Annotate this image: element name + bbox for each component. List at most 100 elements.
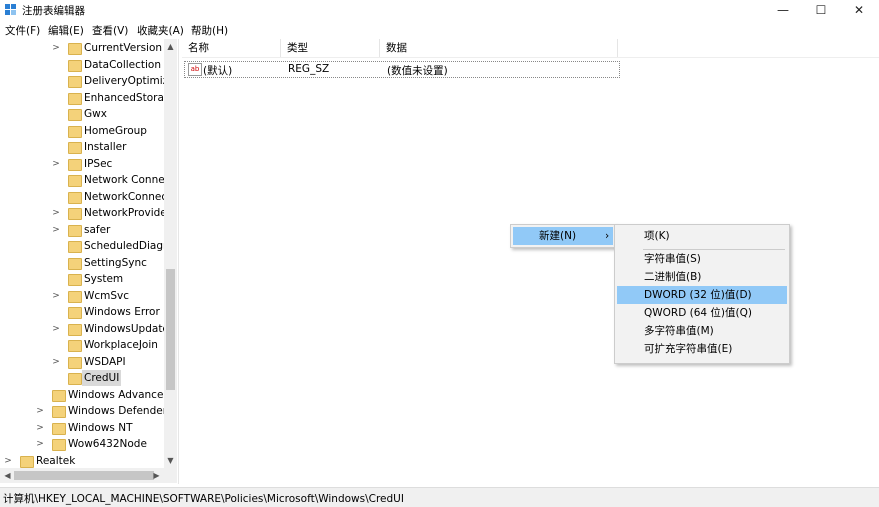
menu-file[interactable]: 文件(F) [5, 23, 40, 38]
tree-item[interactable]: > Windows Defender [0, 403, 167, 419]
maximize-button[interactable]: ☐ [802, 0, 840, 21]
tree-item-label: Wow6432Node [68, 438, 147, 450]
folder-icon [68, 290, 82, 303]
scroll-down-arrow-icon[interactable]: ▼ [164, 454, 177, 467]
expand-chevron-icon[interactable]: > [35, 420, 45, 436]
folder-icon [68, 175, 82, 187]
tree-item[interactable]: WorkplaceJoin [0, 337, 164, 353]
submenu-item-key[interactable]: 项(K) [617, 227, 787, 245]
expand-chevron-icon[interactable]: > [51, 222, 61, 238]
tree-item[interactable]: Windows Error F [0, 304, 169, 320]
vertical-scrollbar[interactable] [164, 39, 177, 468]
folder-icon [68, 109, 82, 121]
status-path: 计算机\HKEY_LOCAL_MACHINE\SOFTWARE\Policies… [3, 493, 404, 505]
scroll-up-arrow-icon[interactable]: ▲ [164, 40, 177, 53]
key-tree-pane[interactable]: > CurrentVersion DataCollection DeliveryOpt… [0, 39, 179, 484]
expand-chevron-icon[interactable]: > [51, 321, 61, 337]
tree-item[interactable]: > NetworkProvider [0, 205, 171, 221]
tree-item[interactable]: SettingSync [0, 255, 164, 271]
submenu-item-dword-label: DWORD (32 位)值(D) [644, 289, 752, 301]
horizontal-scroll-thumb[interactable] [14, 471, 154, 480]
tree-item[interactable]: > CurrentVersion [0, 40, 164, 56]
submenu-arrow-icon: › [605, 230, 610, 242]
tree-item-label: NetworkConnect [84, 190, 172, 203]
tree-item-label: CurrentVersion [84, 42, 163, 54]
submenu-item-expandable-string[interactable]: 可扩充字符串值(E) [617, 340, 787, 358]
folder-icon [52, 439, 66, 451]
tree-item[interactable]: HomeGroup [0, 123, 164, 139]
submenu-item-binary[interactable]: 二进制值(B) [617, 268, 787, 286]
value-data: (数值未设置) [387, 65, 448, 77]
folder-icon [68, 59, 82, 72]
tree-item[interactable]: DataCollection [0, 57, 164, 73]
tree-item[interactable]: Gwx [0, 106, 164, 122]
context-menu: 新建(N) › [510, 224, 616, 248]
column-header-type[interactable]: 类型 [281, 39, 380, 57]
tree-item[interactable]: EnhancedStorag [0, 90, 171, 106]
expand-chevron-icon[interactable]: > [51, 156, 61, 172]
menu-bar: 文件(F) 编辑(E) 查看(V) 收藏夹(A) 帮助(H) [0, 21, 879, 39]
folder-icon [68, 76, 82, 88]
context-menu-new[interactable]: 新建(N) › [513, 227, 613, 245]
expand-chevron-icon[interactable]: > [51, 288, 61, 304]
tree-item-label: NetworkProvider [84, 207, 172, 219]
scroll-left-arrow-icon[interactable]: ◀ [1, 469, 14, 482]
expand-chevron-icon[interactable]: > [51, 354, 61, 370]
column-header-data[interactable]: 数据 [380, 39, 618, 57]
tree-item[interactable]: > WindowsUpdate [0, 321, 169, 337]
tree-item[interactable]: > safer [0, 222, 164, 238]
minimize-button[interactable]: — [764, 0, 802, 21]
tree-item-label: WorkplaceJoin [84, 339, 158, 351]
tree-item-label: WcmSvc [84, 289, 130, 302]
submenu-item-dword[interactable]: DWORD (32 位)值(D) [617, 286, 787, 304]
tree-item[interactable]: > WSDAPI [0, 354, 164, 370]
tree-item[interactable]: ScheduledDiagn [0, 238, 170, 254]
value-row[interactable]: ab (默认) REG_SZ (数值未设置) [184, 61, 620, 78]
tree-item-label: Network Connec [84, 174, 171, 186]
submenu-item-key-label: 项(K) [644, 230, 670, 242]
close-button[interactable]: ✕ [840, 0, 878, 21]
tree-item[interactable]: CredUI [0, 370, 164, 386]
folder-icon [20, 455, 34, 468]
expand-chevron-icon[interactable]: > [35, 403, 45, 419]
tree-item[interactable]: > Wow6432Node [0, 436, 164, 452]
menu-view[interactable]: 查看(V) [92, 23, 128, 38]
vertical-scroll-thumb[interactable] [166, 269, 175, 390]
menu-favorites[interactable]: 收藏夹(A) [137, 23, 184, 38]
tree-item[interactable]: Installer [0, 139, 164, 155]
folder-icon [68, 307, 82, 319]
tree-item-label: DeliveryOptimiza [84, 75, 175, 87]
new-submenu: 项(K) 字符串值(S) 二进制值(B) DWORD (32 位)值(D) QW… [614, 224, 790, 364]
expand-chevron-icon[interactable]: > [35, 436, 45, 452]
submenu-item-qword[interactable]: QWORD (64 位)值(Q) [617, 304, 787, 322]
submenu-item-multi-string[interactable]: 多字符串值(M) [617, 322, 787, 340]
tree-item[interactable]: Network Connec [0, 172, 170, 188]
submenu-item-string[interactable]: 字符串值(S) [617, 250, 787, 268]
tree-item[interactable]: > IPSec [0, 156, 164, 172]
folder-icon [68, 125, 82, 138]
scroll-right-arrow-icon[interactable]: ▶ [150, 469, 163, 482]
tree-item-label: CredUI [82, 370, 122, 386]
expand-chevron-icon[interactable]: > [51, 205, 61, 221]
folder-icon [68, 340, 82, 352]
tree-item-label: Installer [84, 141, 127, 153]
submenu-item-binary-label: 二进制值(B) [644, 271, 702, 283]
submenu-item-expandable-string-label: 可扩充字符串值(E) [644, 343, 733, 355]
tree-item[interactable]: NetworkConnect [0, 189, 171, 205]
tree-item-label: WSDAPI [84, 355, 126, 368]
tree-item[interactable]: > WcmSvc [0, 288, 164, 304]
folder-icon [68, 208, 82, 220]
submenu-item-multi-string-label: 多字符串值(M) [644, 325, 714, 337]
menu-help[interactable]: 帮助(H) [191, 23, 228, 38]
expand-chevron-icon[interactable]: > [3, 453, 13, 469]
expand-chevron-icon[interactable]: > [51, 40, 61, 56]
regedit-icon [5, 4, 16, 15]
column-header-name[interactable]: 名称 [182, 39, 281, 57]
tree-item[interactable]: Windows Advanced [0, 387, 170, 403]
tree-item[interactable]: System [0, 271, 164, 287]
folder-icon [68, 92, 82, 105]
tree-item[interactable]: > Windows NT [0, 420, 164, 436]
menu-edit[interactable]: 编辑(E) [48, 23, 84, 38]
tree-item[interactable]: > Realtek [0, 453, 164, 469]
tree-item[interactable]: DeliveryOptimiza [0, 73, 175, 89]
